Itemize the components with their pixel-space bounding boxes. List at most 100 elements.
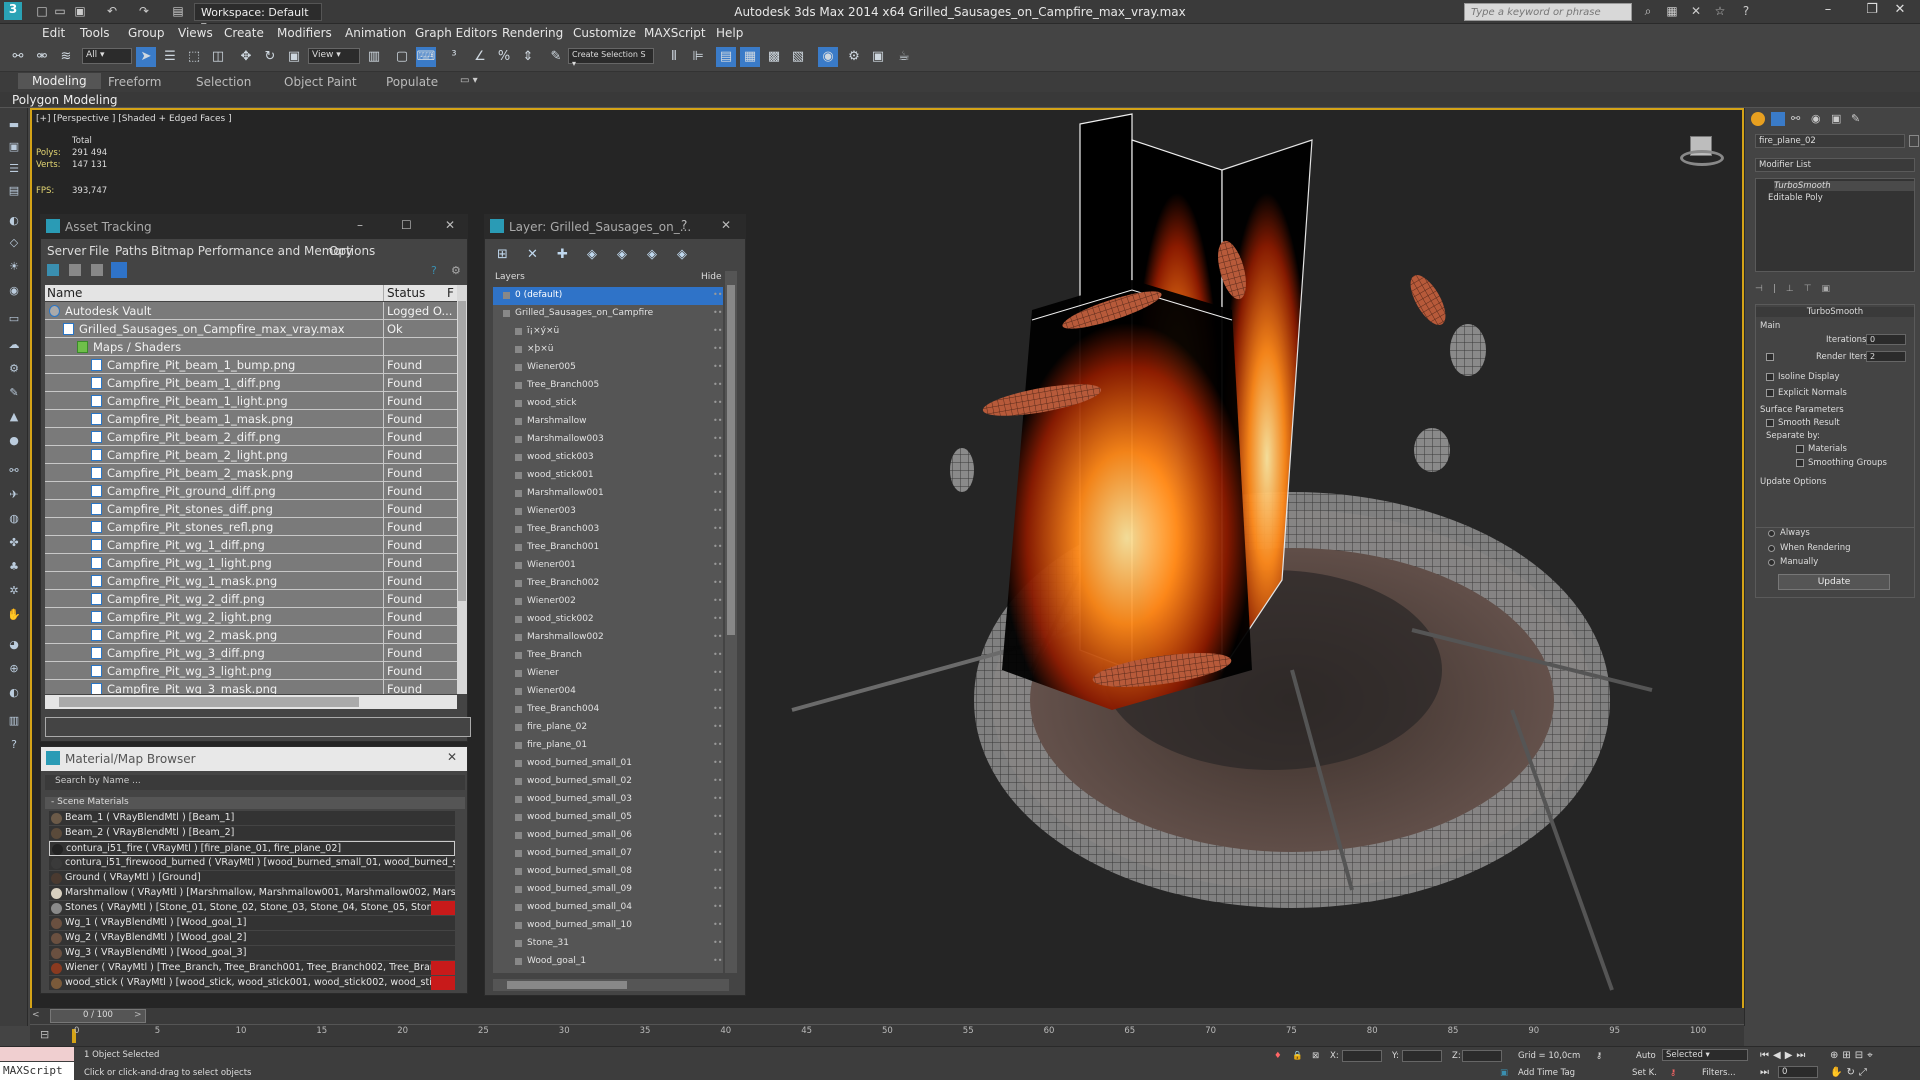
material-row[interactable]: contura_i51_firewood_burned ( VRayMtl ) … <box>49 856 455 871</box>
update-button[interactable]: Update <box>1778 574 1890 590</box>
render-icon[interactable]: ◐ <box>5 686 23 702</box>
manually-radio[interactable] <box>1768 559 1775 566</box>
layer-titlebar[interactable]: Layer: Grilled_Sausages_on_... ? ✕ <box>485 215 745 239</box>
y-coordinate-field[interactable] <box>1402 1050 1442 1062</box>
hide-toggle-icon[interactable]: ••• <box>713 416 723 425</box>
utilities-icon[interactable]: ✤ <box>5 536 23 552</box>
material-editor-icon[interactable]: ◉ <box>818 47 838 67</box>
menu-tools[interactable]: Tools <box>80 26 110 40</box>
menu-group[interactable]: Group <box>128 26 165 40</box>
hide-toggle-icon[interactable]: ••• <box>713 506 723 515</box>
asset-table-view-icon[interactable] <box>111 262 127 278</box>
ribbon-toggle-icon[interactable]: ▭ ▾ <box>460 75 478 86</box>
move-icon[interactable]: ✥ <box>236 47 256 67</box>
close-button[interactable]: ✕ <box>1880 2 1920 22</box>
layer-row[interactable]: Stone_31 ••• <box>493 935 723 953</box>
hide-toggle-icon[interactable]: ••• <box>713 704 723 713</box>
asset-help-icon[interactable]: ? <box>431 264 443 277</box>
pivot-center-icon[interactable]: ▥ <box>364 47 384 67</box>
playback-controls-icon[interactable]: ⏮◀▶⏭ <box>1760 1050 1809 1061</box>
layer-col-layers[interactable]: Layers <box>495 272 525 282</box>
app-logo-icon[interactable]: 3 <box>4 2 22 20</box>
smoothing-groups-checkbox[interactable] <box>1796 459 1804 467</box>
hide-toggle-icon[interactable]: ••• <box>713 794 723 803</box>
help-icon[interactable]: ? <box>1738 4 1754 20</box>
asset-row[interactable]: Campfire_Pit_beam_2_mask.png Found <box>45 464 457 482</box>
menu-create[interactable]: Create <box>224 26 264 40</box>
link-icon[interactable]: ⚯ <box>8 47 28 67</box>
view-cube-icon[interactable] <box>1680 132 1724 168</box>
polygon-modeling-panel[interactable]: Polygon Modeling <box>12 93 118 107</box>
key-mode-icon[interactable]: ⏭ <box>1760 1067 1769 1078</box>
asset-row[interactable]: Campfire_Pit_beam_1_light.png Found <box>45 392 457 410</box>
menu-customize[interactable]: Customize <box>573 26 636 40</box>
asset-row[interactable]: Campfire_Pit_ground_diff.png Found <box>45 482 457 500</box>
maxscript-mini-listener[interactable]: MAXScript <box>0 1062 74 1080</box>
material-row[interactable]: contura_i51_fire ( VRayMtl ) [fire_plane… <box>49 841 455 856</box>
hand-icon[interactable]: ✋ <box>5 608 23 624</box>
tab-freeform[interactable]: Freeform <box>108 75 161 89</box>
layer-col-hide[interactable]: Hide <box>701 272 722 282</box>
asset-tracking-window[interactable]: Asset Tracking – ☐ ✕ Server File Paths B… <box>40 214 471 742</box>
modifier-stack[interactable]: TurboSmooth Editable Poly <box>1755 178 1915 272</box>
list-icon[interactable]: ☰ <box>5 162 23 178</box>
new-file-icon[interactable]: □ <box>34 4 50 20</box>
auto-key-button[interactable]: Auto <box>1636 1051 1656 1061</box>
material-browser-titlebar[interactable]: Material/Map Browser ✕ <box>41 747 467 771</box>
hide-toggle-icon[interactable]: ••• <box>713 560 723 569</box>
layer-row[interactable]: Wiener ••• <box>493 665 723 683</box>
material-row[interactable]: Marshmallow ( VRayMtl ) [Marshmallow, Ma… <box>49 886 455 901</box>
hide-toggle-icon[interactable]: ••• <box>713 614 723 623</box>
hide-toggle-icon[interactable]: ••• <box>713 686 723 695</box>
hide-toggle-icon[interactable]: ••• <box>713 470 723 479</box>
asset-row[interactable]: Campfire_Pit_stones_refl.png Found <box>45 518 457 536</box>
layer-row[interactable]: Tree_Branch004 ••• <box>493 701 723 719</box>
hide-toggle-icon[interactable]: ••• <box>713 434 723 443</box>
layer-row[interactable]: wood_burned_small_03 ••• <box>493 791 723 809</box>
stack-tools-icon[interactable]: ⊣|⊥⊤▣ <box>1755 284 1915 296</box>
layer-row[interactable]: Tree_Branch001 ••• <box>493 539 723 557</box>
layer-row[interactable]: Wiener003 ••• <box>493 503 723 521</box>
asset-row[interactable]: Campfire_Pit_beam_1_bump.png Found <box>45 356 457 374</box>
reference-coordinate-dropdown[interactable]: View ▾ <box>308 48 360 64</box>
menu-graph-editors[interactable]: Graph Editors <box>415 26 497 40</box>
hide-toggle-icon[interactable]: ••• <box>713 578 723 587</box>
edit-named-selection-icon[interactable]: ✎ <box>546 47 566 67</box>
modify-panel-icon[interactable] <box>1771 112 1785 126</box>
stack-item-turbosmooth[interactable]: TurboSmooth <box>1774 181 1914 191</box>
undo-icon[interactable]: ↶ <box>104 4 120 20</box>
layer-row[interactable]: wood_burned_small_01 ••• <box>493 755 723 773</box>
isolate-icon[interactable]: ♦ <box>1274 1051 1282 1061</box>
asset-maximize-button[interactable]: ☐ <box>401 218 412 232</box>
layers-icon[interactable]: ▤ <box>5 184 23 200</box>
when-rendering-radio[interactable] <box>1768 545 1775 552</box>
asset-col-name[interactable]: Name <box>47 286 82 300</box>
bind-spacewarp-icon[interactable]: ≋ <box>56 47 76 67</box>
asset-row[interactable]: Campfire_Pit_wg_2_light.png Found <box>45 608 457 626</box>
minimize-button[interactable]: – <box>1808 2 1848 22</box>
hierarchy-icon[interactable]: ⚯ <box>5 464 23 480</box>
hide-toggle-icon[interactable]: ••• <box>713 398 723 407</box>
selection-filter-dropdown[interactable]: All ▾ <box>82 48 132 64</box>
material-row[interactable]: Beam_1 ( VRayBlendMtl ) [Beam_1] <box>49 811 455 826</box>
select-object-icon[interactable]: ➤ <box>136 47 156 67</box>
tab-selection[interactable]: Selection <box>196 75 251 89</box>
layer-vertical-scrollbar[interactable] <box>725 271 737 973</box>
layer-row[interactable]: fire_plane_02 ••• <box>493 719 723 737</box>
cone-icon[interactable]: ▲ <box>5 410 23 426</box>
communication-icon[interactable]: ✕ <box>1688 4 1704 20</box>
hide-toggle-icon[interactable]: ••• <box>713 290 723 299</box>
particle-icon[interactable]: ✲ <box>5 584 23 600</box>
asset-row[interactable]: Campfire_Pit_wg_3_diff.png Found <box>45 644 457 662</box>
lights-icon[interactable]: ☀ <box>5 260 23 276</box>
viewport-orbit-icon[interactable]: ✋↻⤢ <box>1830 1067 1871 1078</box>
spacewarps-icon[interactable]: ☁ <box>5 338 23 354</box>
time-prev-icon[interactable]: < <box>32 1010 48 1022</box>
layer-row[interactable]: ×þ×ü ••• <box>493 341 723 359</box>
asset-path-input[interactable] <box>45 717 471 737</box>
layer-row[interactable]: Grilled_Sausages_on_Campfire ••• <box>493 305 723 323</box>
x-coordinate-field[interactable] <box>1342 1050 1382 1062</box>
layer-row[interactable]: wood_burned_small_06 ••• <box>493 827 723 845</box>
absolute-mode-icon[interactable]: ⊠ <box>1312 1051 1319 1061</box>
asset-row[interactable]: Campfire_Pit_stones_diff.png Found <box>45 500 457 518</box>
